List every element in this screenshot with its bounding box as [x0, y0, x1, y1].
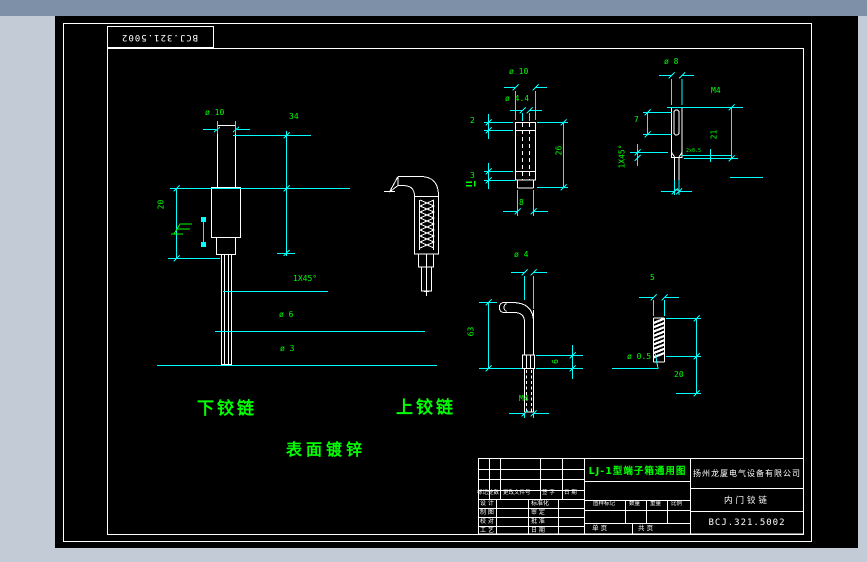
- screenshot-root: { "colors": { "surround": "#c3cbd7", "to…: [0, 0, 867, 562]
- figure-spring-detail: [612, 294, 701, 397]
- drawing-number: BCJ.321.5002: [708, 517, 786, 528]
- spec-header-quantity: 数量: [629, 501, 641, 507]
- role-date: 日 期: [531, 527, 545, 534]
- role-design: 设 计: [480, 500, 494, 507]
- rev-header-signature: 签 字: [542, 490, 555, 496]
- role-standardize: 标准化: [531, 500, 550, 507]
- caption-finish-note: 表面镀锌: [286, 440, 367, 459]
- dim-f5-height6: 6: [550, 359, 560, 364]
- dim-f1-length34: 34: [289, 112, 299, 121]
- part-name: 内门铰链: [723, 496, 770, 506]
- figure-threaded-pin: [630, 72, 763, 195]
- dim-f6-width5: 5: [650, 273, 655, 282]
- frame-stamp-text: BCJ.321.5002: [121, 32, 199, 42]
- titleblock-company-cell: 扬州龙厦电气设备有限公司: [691, 459, 803, 487]
- dim-f4-depth7: 7: [634, 115, 639, 124]
- small-green-mark: [466, 181, 476, 187]
- dim-f3-width8: 8: [519, 198, 524, 207]
- surface-finish-mark: [171, 223, 192, 235]
- role-approve-review: 审 定: [531, 509, 545, 516]
- caption-lower-hinge: 下铰链: [197, 399, 257, 419]
- rev-header-docno: 更改文件号: [503, 490, 531, 496]
- role-ratify: 批 准: [531, 518, 545, 525]
- dim-f6-wire-diameter: ø 0.5: [627, 352, 652, 361]
- dim-f4-groove: 2x0.5: [686, 148, 702, 154]
- dim-f3-diameter10: ø 10: [509, 67, 529, 76]
- dim-f1-chamfer: 1X45°: [293, 274, 318, 283]
- spec-header-weight: 重量: [650, 501, 662, 507]
- dim-f3-thickness2: 2: [470, 116, 475, 125]
- rev-header-date: 日 期: [564, 490, 577, 496]
- rev-header-mark: 标记处数: [477, 490, 500, 496]
- dim-f3-height26: 26: [554, 145, 564, 156]
- titleblock-part-name-cell: 内门铰链: [691, 489, 803, 511]
- company-name: 扬州龙厦电气设备有限公司: [693, 468, 801, 478]
- page-single-label: 单 页: [592, 524, 608, 532]
- role-process: 工 艺: [480, 527, 494, 534]
- frame-stamp-box: BCJ.321.5002: [107, 26, 213, 48]
- role-check: 校 对: [480, 518, 494, 525]
- dim-f5-diameter4: ø 4: [514, 250, 529, 259]
- figure-hook-pin: [479, 269, 583, 418]
- figure-lower-hinge: [157, 121, 437, 366]
- dim-f5-thread-m4: M4: [519, 394, 529, 403]
- dim-f4-height21: 21: [709, 129, 719, 140]
- caption-upper-hinge: 上铰链: [396, 398, 456, 418]
- dim-f4-thread-m4: M4: [711, 86, 721, 95]
- dim-f3-diameter44: ø 4.4: [505, 94, 530, 103]
- drawing-title: LJ-1型端子箱通用图: [588, 465, 687, 477]
- titleblock-drawing-no-cell: BCJ.321.5002: [691, 512, 803, 533]
- titleblock-drawing-title-cell: LJ-1型端子箱通用图: [585, 459, 690, 480]
- page-total-label: 共 页: [638, 524, 654, 532]
- spec-header-scale: 比例: [671, 501, 683, 507]
- dim-f4-diameter8: ø 8: [664, 57, 679, 66]
- dim-f1-diameter10: ø 10: [205, 108, 225, 117]
- dim-f3-thickness3: 3: [470, 171, 475, 180]
- figure-upper-hinge-pictorial: [384, 176, 476, 296]
- spec-header-drawing-mark: 图样标记: [593, 501, 616, 507]
- dim-f1-length20: 20: [156, 199, 166, 210]
- dim-f4-chamfer: 1X45°: [617, 144, 627, 169]
- dim-f5-height63: 63: [466, 326, 476, 337]
- dim-f1-diameter3: ø 3: [280, 344, 295, 353]
- dim-f1-diameter6: ø 6: [279, 310, 294, 319]
- dim-f6-height20: 20: [674, 370, 684, 379]
- role-draft: 制 图: [480, 509, 494, 516]
